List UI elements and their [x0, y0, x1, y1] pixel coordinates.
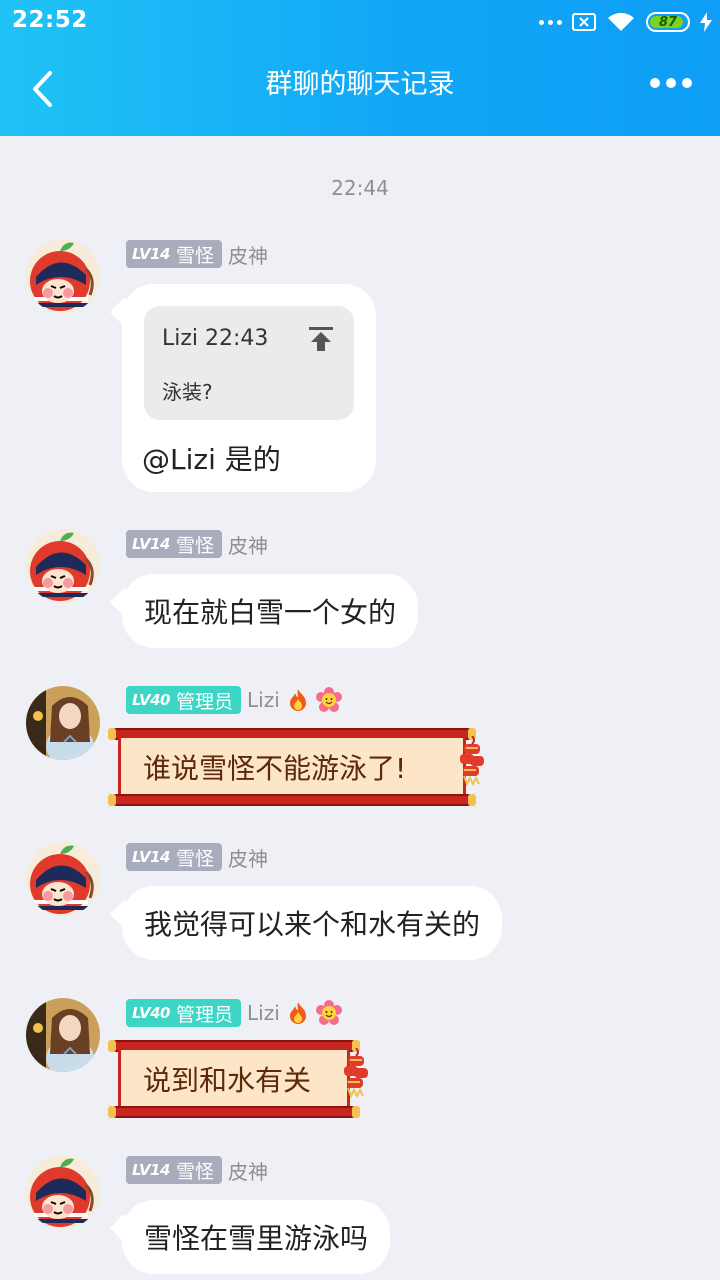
chat-timestamp: 22:44 [331, 176, 389, 200]
member-badge: LV40 管理员 [126, 686, 241, 714]
badge-level: LV40 [132, 691, 170, 709]
message-text: 我觉得可以来个和水有关的 [144, 908, 481, 941]
flower-icon [316, 687, 342, 713]
badge-title: 管理员 [175, 1003, 233, 1026]
sender-meta: LV14 雪怪 皮神 [126, 843, 268, 871]
badge-title: 雪怪 [175, 1160, 214, 1183]
member-badge: LV14 雪怪 [126, 240, 222, 268]
member-badge: LV14 雪怪 [126, 843, 222, 871]
battery-icon: 87 [646, 12, 690, 32]
sender-name[interactable]: 皮神 [228, 843, 268, 872]
sender-meta: LV40 管理员 Lizi [126, 686, 342, 714]
message-text: 说到和水有关 [143, 1064, 312, 1097]
badge-level: LV40 [132, 1004, 170, 1022]
message-bubble[interactable]: 我觉得可以来个和水有关的 [122, 886, 503, 960]
badge-level: LV14 [132, 245, 170, 263]
sender-meta: LV14 雪怪 皮神 [126, 1156, 268, 1184]
sender-meta: LV14 雪怪 皮神 [126, 530, 268, 558]
message-bubble[interactable]: 说到和水有关 [108, 1040, 356, 1118]
avatar[interactable] [26, 998, 100, 1072]
wifi-icon [608, 12, 634, 31]
status-time: 22:52 [12, 7, 88, 33]
more-notifications-icon [539, 19, 562, 25]
member-badge: LV14 雪怪 [126, 1156, 222, 1184]
status-icons: 87 [539, 10, 712, 34]
message-bubble[interactable]: 谁说雪怪不能游泳了! [108, 728, 472, 806]
member-badge: LV40 管理员 [126, 999, 241, 1027]
message-text: 雪怪在雪里游泳吗 [144, 1222, 369, 1255]
avatar[interactable] [26, 842, 100, 916]
badge-level: LV14 [132, 535, 170, 553]
badge-title: 雪怪 [175, 534, 214, 557]
quoted-message[interactable]: Lizi 22:43 泳装? [144, 306, 354, 420]
quoted-text: 泳装? [162, 380, 213, 404]
member-badge: LV14 雪怪 [126, 530, 222, 558]
avatar[interactable] [26, 686, 100, 760]
sender-name[interactable]: 皮神 [228, 530, 268, 559]
message-bubble[interactable]: 雪怪在雪里游泳吗 [122, 1200, 391, 1274]
sender-name[interactable]: Lizi [247, 1001, 280, 1025]
sender-name[interactable]: Lizi [247, 688, 280, 712]
flower-icon [316, 1000, 342, 1026]
avatar[interactable] [26, 529, 100, 603]
badge-level: LV14 [132, 848, 170, 866]
firecracker-icon [458, 736, 486, 788]
battery-level: 87 [658, 14, 678, 30]
sender-meta: LV14 雪怪 皮神 [126, 240, 268, 268]
avatar[interactable] [26, 1155, 100, 1229]
badge-level: LV14 [132, 1161, 170, 1179]
sender-name[interactable]: 皮神 [228, 240, 268, 269]
message-bubble[interactable]: Lizi 22:43 泳装? @Lizi 是的 [122, 284, 376, 492]
sender-meta: LV40 管理员 Lizi [126, 999, 342, 1027]
fire-icon [286, 688, 310, 712]
fire-icon [286, 1001, 310, 1025]
jump-to-quote-icon[interactable] [308, 326, 334, 352]
message-text: @Lizi 是的 [142, 443, 281, 476]
charging-icon [700, 12, 712, 32]
message-text: 谁说雪怪不能游泳了! [143, 752, 407, 785]
page-title: 群聊的聊天记录 [265, 69, 455, 100]
message-bubble[interactable]: 现在就白雪一个女的 [122, 574, 419, 648]
more-options-button[interactable] [650, 78, 692, 88]
message-text: 现在就白雪一个女的 [144, 596, 397, 629]
badge-title: 雪怪 [175, 244, 214, 267]
badge-title: 雪怪 [175, 847, 214, 870]
app-header: 22:52 87 群聊的聊天记录 [0, 0, 720, 136]
firecracker-icon [342, 1048, 370, 1100]
sender-name[interactable]: 皮神 [228, 1156, 268, 1185]
status-bar: 22:52 87 [0, 0, 720, 44]
avatar[interactable] [26, 239, 100, 313]
quoted-author-time: Lizi 22:43 [162, 326, 269, 351]
no-sim-icon [572, 13, 596, 31]
badge-title: 管理员 [175, 690, 233, 713]
